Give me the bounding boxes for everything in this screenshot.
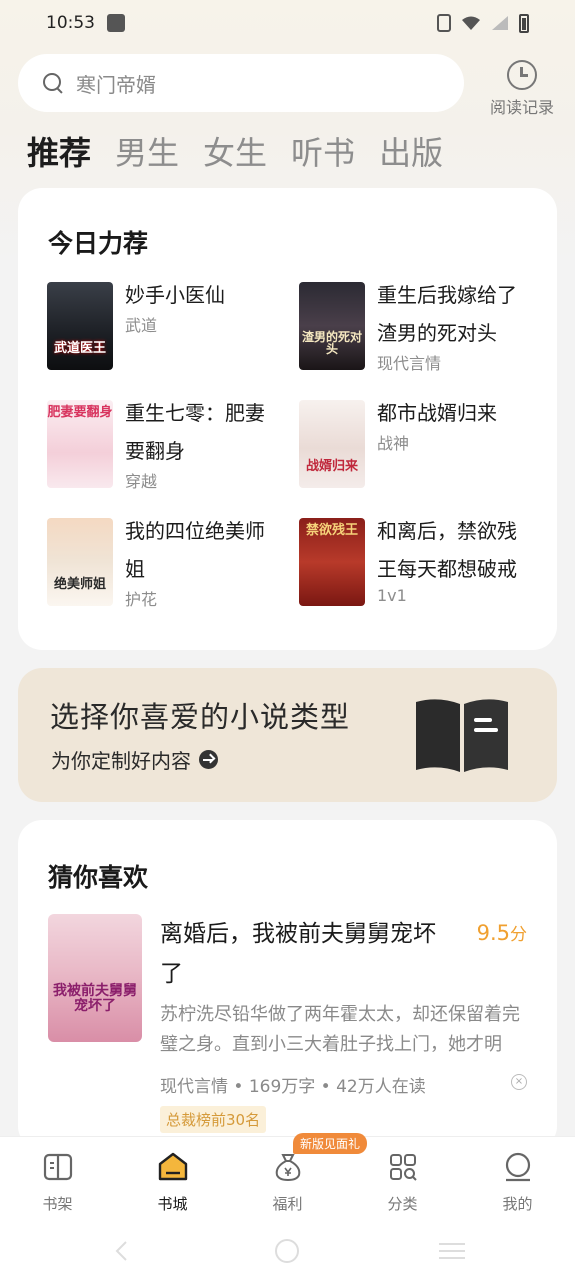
book-item[interactable]: 战婿归来 都市战婿归来 战神 (299, 400, 529, 500)
wifi-icon (462, 16, 480, 30)
bookstore-icon (158, 1152, 187, 1181)
history-label: 阅读记录 (489, 98, 554, 117)
book-tag: 战神 (377, 434, 410, 453)
signal-icon (492, 16, 508, 30)
app-notification-icon (107, 14, 125, 32)
dismiss-icon[interactable]: × (511, 1074, 527, 1090)
battery-icon (519, 13, 529, 33)
bottom-navigation: 书架 书城 新版见面礼 福利 分类 我的 (0, 1133, 575, 1220)
book-item[interactable]: 渣男的死对头 重生后我嫁给了渣男的死对头 现代言情 (299, 282, 529, 382)
book-cover: 绝美师姐 (47, 518, 113, 606)
nav-profile[interactable]: 我的 (460, 1137, 575, 1220)
guess-you-like-card: 猜你喜欢 我被前夫舅舅宠坏了 离婚后，我被前夫舅舅宠坏了 9.5分 苏柠洗尽铅华… (18, 820, 557, 1150)
book-title: 都市战婿归来 (377, 401, 497, 425)
book-description: 苏柠洗尽铅华做了两年霍太太，却还保留着完璧之身。直到小三大着肚子找上门，她才明白… (160, 1004, 520, 1055)
book-cover: 禁欲残王 (299, 518, 365, 606)
book-cover: 渣男的死对头 (299, 282, 365, 370)
book-item[interactable]: 肥妻要翻身 重生七零：肥妻要翻身 穿越 (47, 400, 277, 500)
book-title: 和离后，禁欲残王每天都想破戒 (377, 519, 517, 581)
book-cover: 肥妻要翻身 (47, 400, 113, 488)
status-time: 10:53 (46, 13, 95, 33)
banner-title: 选择你喜爱的小说类型 (50, 700, 351, 734)
today-recommend-title: 今日力荐 (48, 229, 149, 258)
book-title: 我的四位绝美师姐 (125, 519, 265, 581)
banner-subtitle: 为你定制好内容 (51, 745, 218, 774)
book-cover: 战婿归来 (299, 400, 365, 488)
tab-male[interactable]: 男生 (115, 128, 179, 174)
book-cover[interactable]: 我被前夫舅舅宠坏了 (48, 914, 142, 1042)
book-item[interactable]: 武道医王 妙手小医仙 武道 (47, 282, 277, 382)
tab-female[interactable]: 女生 (203, 128, 267, 174)
search-placeholder: 寒门帝婿 (76, 72, 156, 97)
book-title: 重生七零：肥妻要翻身 (125, 401, 265, 463)
book-item[interactable]: 禁欲残王 和离后，禁欲残王每天都想破戒 1v1 (299, 518, 529, 618)
nav-bookshelf[interactable]: 书架 (0, 1137, 115, 1220)
search-input[interactable]: 寒门帝婿 (18, 54, 464, 112)
money-bag-icon (275, 1154, 300, 1182)
book-item[interactable]: 绝美师姐 我的四位绝美师姐 护花 (47, 518, 277, 618)
category-tabs: 推荐 男生 女生 听书 出版 (27, 128, 467, 174)
genre-preference-banner[interactable]: 选择你喜爱的小说类型 为你定制好内容 (18, 668, 557, 802)
back-icon[interactable] (112, 1240, 132, 1262)
status-bar: 10:53 (0, 0, 575, 46)
recent-apps-icon[interactable] (438, 1242, 466, 1260)
book-title: 重生后我嫁给了渣男的死对头 (377, 283, 517, 345)
search-icon (42, 72, 64, 94)
tab-recommend[interactable]: 推荐 (27, 128, 91, 174)
open-book-icon (416, 699, 508, 772)
tab-publish[interactable]: 出版 (379, 128, 443, 174)
tab-audiobook[interactable]: 听书 (291, 128, 355, 174)
book-tag: 现代言情 (377, 354, 442, 373)
guess-title: 猜你喜欢 (48, 863, 149, 892)
book-score: 9.5分 (476, 921, 527, 945)
nav-welfare[interactable]: 新版见面礼 福利 (230, 1133, 368, 1220)
book-cover: 武道医王 (47, 282, 113, 370)
book-tag: 武道 (125, 316, 158, 335)
home-icon[interactable] (274, 1238, 300, 1264)
system-navigation-bar (0, 1220, 575, 1280)
rank-badge: 总裁榜前30名 (160, 1106, 267, 1133)
reading-history-button[interactable]: 阅读记录 (486, 60, 558, 118)
nav-category[interactable]: 分类 (345, 1137, 460, 1220)
bookshelf-icon (43, 1153, 72, 1181)
book-title[interactable]: 离婚后，我被前夫舅舅宠坏了 (160, 914, 456, 994)
vibrate-icon (437, 14, 451, 32)
book-tag: 穿越 (125, 472, 158, 491)
profile-icon (505, 1152, 530, 1182)
book-title: 妙手小医仙 (125, 283, 225, 307)
category-grid-icon (389, 1154, 417, 1181)
today-recommend-card: 今日力荐 武道医王 妙手小医仙 武道 渣男的死对头 重生后我嫁给了渣男的死对头 … (18, 188, 557, 650)
book-meta: 现代言情 • 169万字 • 42万人在读 (160, 1077, 426, 1097)
book-tag: 1v1 (377, 586, 407, 605)
arrow-right-icon (199, 750, 218, 769)
clock-icon (507, 60, 537, 90)
nav-bookstore[interactable]: 书城 (115, 1137, 230, 1220)
book-tag: 护花 (125, 590, 158, 609)
